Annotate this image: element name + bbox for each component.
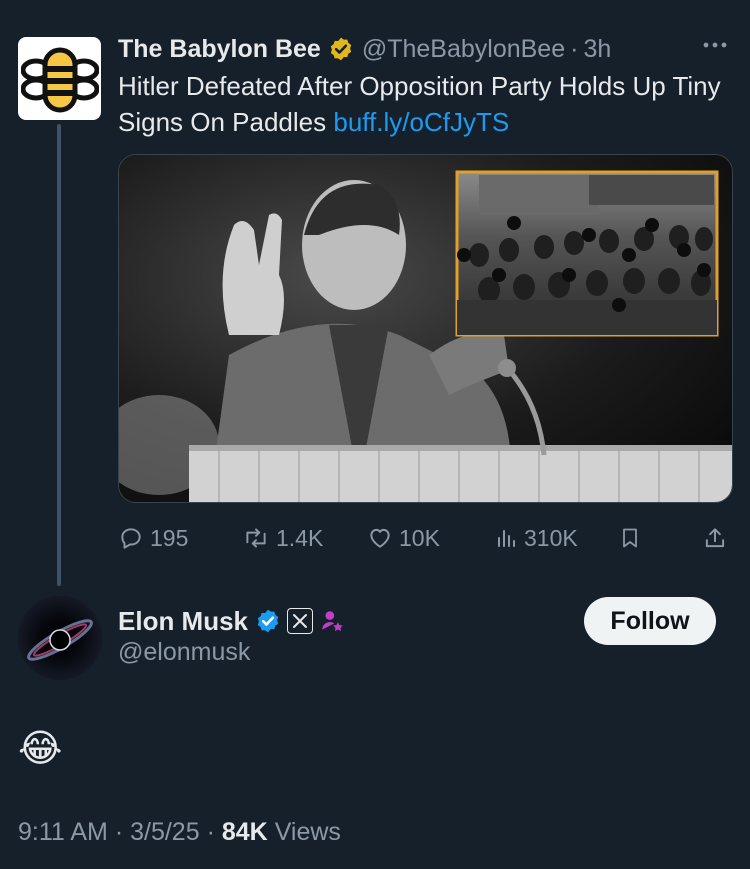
government-official-badge-icon[interactable] — [319, 608, 345, 634]
separator-dot: · — [114, 818, 131, 846]
reply-time[interactable]: 9:11 AM — [18, 818, 108, 846]
reply-action[interactable]: 195 — [118, 518, 188, 558]
elon-musk-avatar[interactable] — [18, 596, 102, 680]
thread-connector-line — [57, 124, 61, 586]
share-icon — [705, 528, 725, 548]
reply-date[interactable]: 3/5/25 — [130, 818, 200, 846]
follow-button[interactable]: Follow — [584, 597, 716, 645]
reply-text: 😂 — [18, 728, 63, 770]
inset-photo — [455, 170, 719, 337]
views-action[interactable]: 310K — [494, 518, 578, 558]
bookmark-icon — [623, 528, 637, 548]
repost-icon — [246, 528, 266, 548]
heart-icon — [370, 528, 390, 548]
share-action[interactable] — [702, 518, 728, 558]
views-count: 310K — [524, 524, 578, 551]
tweet-actions-bar: 195 1.4K 10K 310K — [118, 518, 730, 558]
parent-tweet-header: The Babylon Bee @TheBabylonBee · 3h — [118, 30, 730, 68]
like-count: 10K — [399, 524, 440, 551]
reply-author-row: Elon Musk — [118, 603, 345, 639]
tweet-image[interactable] — [118, 154, 733, 503]
tweet-link[interactable]: buff.ly/oCfJyTS — [333, 107, 509, 137]
reply-icon — [121, 528, 141, 549]
author-name[interactable]: The Babylon Bee — [118, 35, 321, 64]
reply-views-count: 84K — [221, 818, 268, 846]
reply-views-label: Views — [274, 818, 341, 846]
separator-dot: · — [206, 818, 222, 846]
gold-verified-badge-icon[interactable] — [328, 36, 354, 62]
bookmark-action[interactable] — [618, 518, 642, 558]
hitler-speech-photo — [119, 155, 732, 502]
reply-author-name[interactable]: Elon Musk — [118, 606, 248, 637]
tweet-time[interactable]: 3h — [583, 35, 611, 64]
analytics-icon — [498, 530, 515, 547]
babylon-bee-avatar[interactable] — [18, 37, 101, 120]
x-affiliate-badge-icon[interactable] — [287, 608, 314, 634]
tweet-thread: The Babylon Bee @TheBabylonBee · 3h Hitl… — [0, 0, 750, 869]
black-hole-avatar-image — [18, 596, 102, 680]
bee-logo-icon — [20, 39, 99, 118]
author-handle[interactable]: @TheBabylonBee — [362, 35, 565, 64]
blue-verified-badge-icon[interactable] — [255, 608, 281, 634]
repost-action[interactable]: 1.4K — [242, 518, 323, 558]
repost-count: 1.4K — [276, 524, 324, 551]
tweet-meta: 9:11 AM · 3/5/25 · 84K Views — [18, 818, 341, 847]
separator-dot: · — [570, 34, 579, 63]
more-horizontal-icon[interactable] — [700, 30, 730, 68]
reply-author-handle[interactable]: @elonmusk — [118, 638, 250, 667]
reply-count: 195 — [150, 524, 189, 551]
like-action[interactable]: 10K — [367, 518, 440, 558]
parent-tweet-text: Hitler Defeated After Opposition Party H… — [118, 68, 728, 140]
